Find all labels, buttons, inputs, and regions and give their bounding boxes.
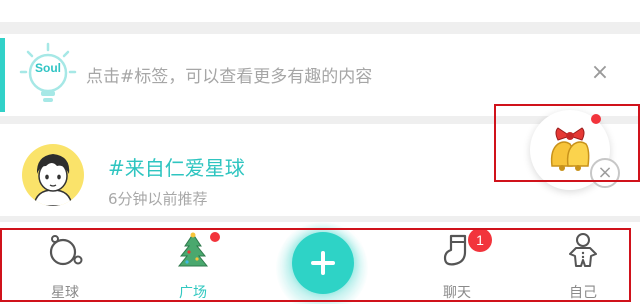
highlight-box-gift	[494, 104, 640, 182]
tag-title-link[interactable]: #来自仁爱星球	[108, 152, 245, 181]
banner-accent-bar	[0, 38, 5, 112]
recommend-time: 6分钟以前推荐	[108, 190, 208, 208]
soul-logo-text: Soul	[35, 61, 61, 75]
section-divider	[0, 22, 640, 34]
top-spacer	[0, 0, 640, 22]
highlight-box-tabbar	[0, 228, 631, 302]
banner-hint-text: 点击#标签，可以查看更多有趣的内容	[86, 67, 373, 87]
close-icon[interactable]: ×	[588, 62, 612, 86]
cartoon-boy-avatar-icon	[33, 154, 73, 206]
avatar[interactable]	[22, 144, 84, 206]
